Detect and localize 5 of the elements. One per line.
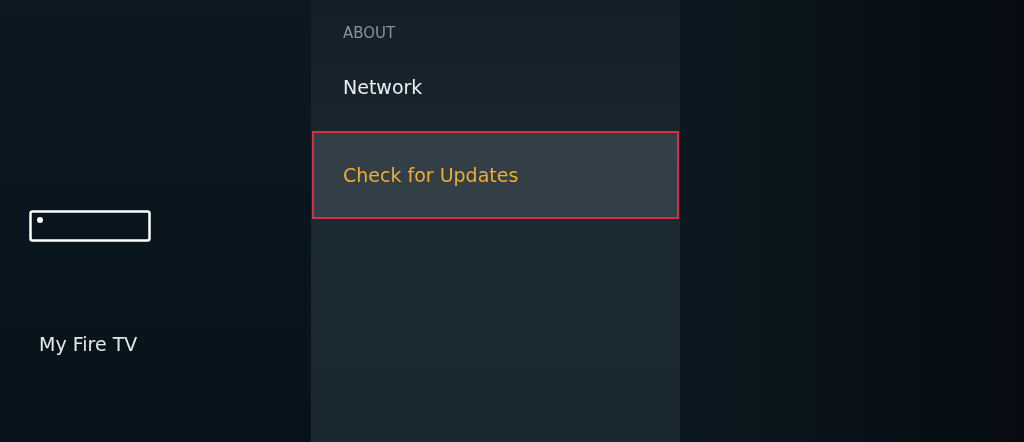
menu-item[interactable]: Check for Updates [312, 131, 679, 219]
sidebar-title: My Fire TV [39, 333, 138, 355]
menu-item[interactable]: Network [312, 75, 679, 131]
streaming-device-icon [29, 210, 151, 242]
section-heading: ABOUT [343, 24, 396, 42]
